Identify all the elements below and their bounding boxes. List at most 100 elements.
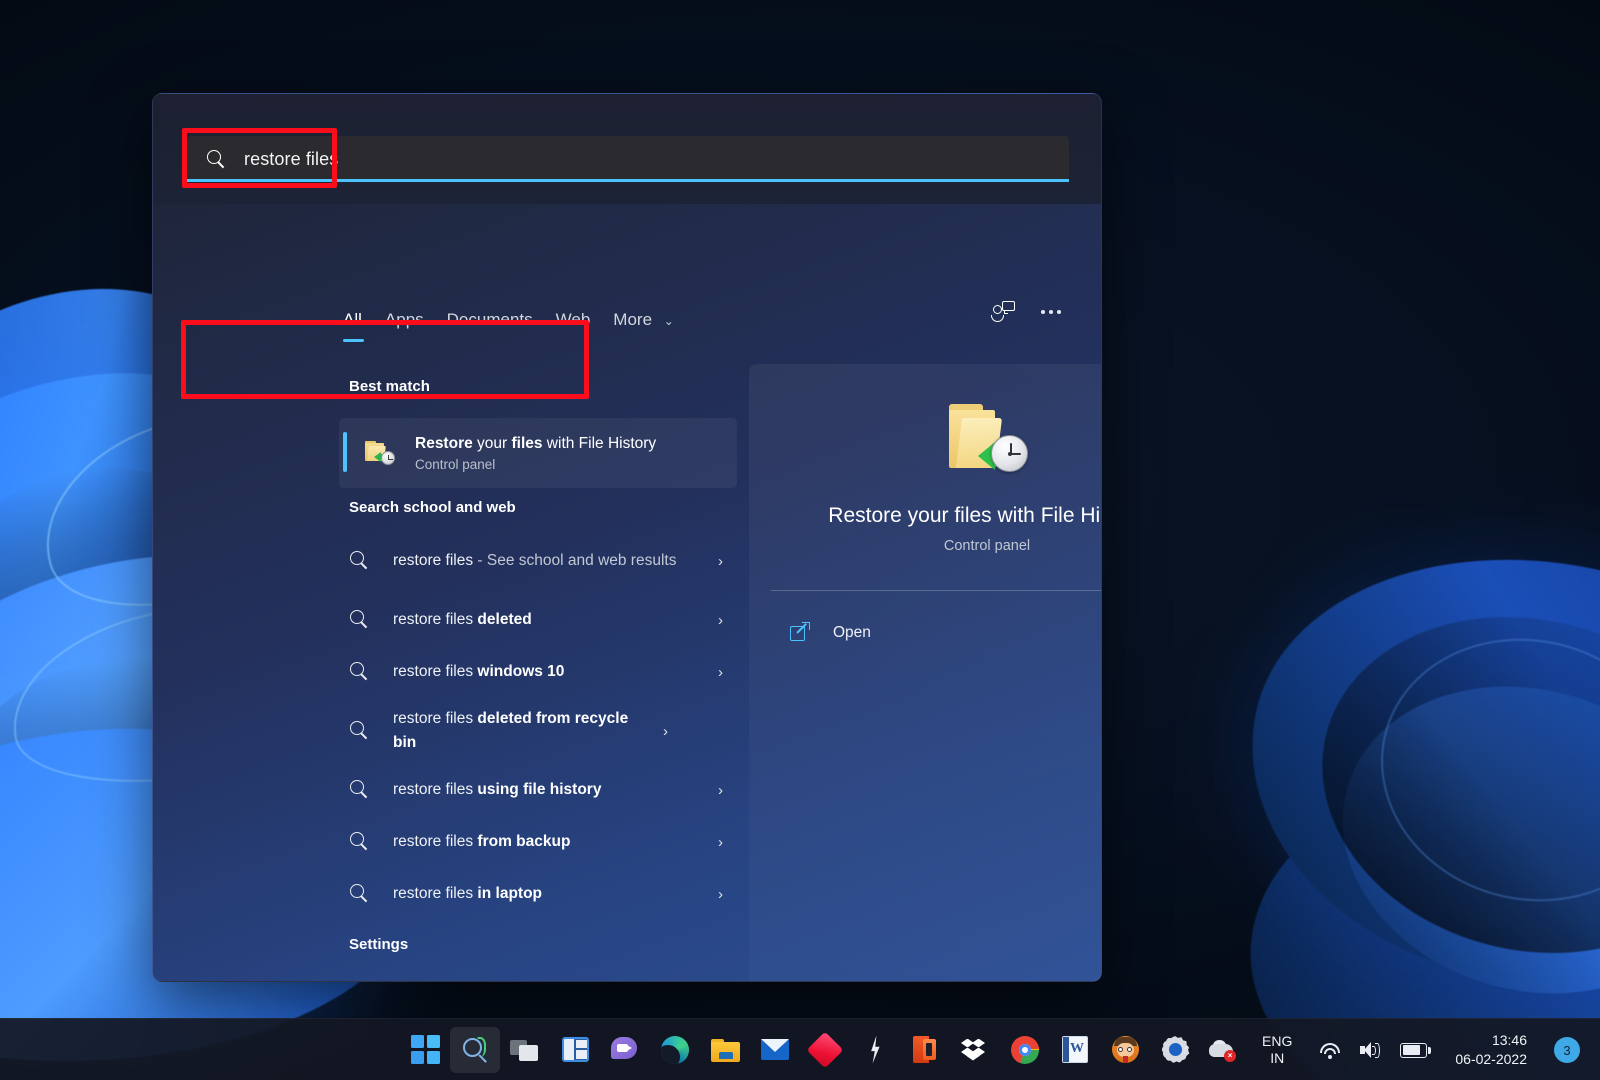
tray-clock-button[interactable]: 13:46 06-02-2022: [1436, 1027, 1546, 1073]
clock-date: 06-02-2022: [1455, 1051, 1527, 1067]
chevron-right-icon: ›: [663, 722, 668, 740]
chevron-down-icon: ⌄: [663, 314, 674, 328]
search-icon: [349, 720, 371, 742]
filter-tabs: All Apps Documents Web More ⌄: [343, 306, 697, 344]
file-explorer-icon: [710, 1038, 740, 1062]
section-header-settings: Settings: [349, 936, 409, 953]
search-input[interactable]: restore files: [187, 136, 1069, 182]
best-match-result[interactable]: Restore your files with File History Con…: [339, 418, 737, 488]
clock-time: 13:46: [1491, 1032, 1527, 1048]
taskbar-search-button[interactable]: [450, 1026, 500, 1073]
taskbar-start-button[interactable]: [400, 1027, 450, 1073]
tab-documents[interactable]: Documents: [447, 306, 556, 344]
tray-onedrive-button[interactable]: ×: [1200, 1027, 1244, 1073]
taskbar-chat-button[interactable]: [600, 1027, 650, 1073]
chrome-icon: [1011, 1035, 1039, 1064]
search-icon: [349, 779, 371, 801]
suggestion-label: restore files windows 10: [393, 663, 565, 680]
ellipsis-icon[interactable]: [1041, 300, 1061, 324]
file-history-folder-icon: [941, 402, 1033, 484]
tab-active-indicator: [343, 339, 364, 342]
preview-pane: Restore your files with File History Con…: [749, 364, 1101, 981]
tab-all[interactable]: All: [343, 306, 385, 344]
taskbar-avatar-app-button[interactable]: [1100, 1027, 1150, 1073]
suggestion-label: restore files from backup: [393, 833, 571, 850]
wifi-icon: [1319, 1041, 1341, 1059]
notification-badge: 3: [1554, 1037, 1580, 1063]
tab-web[interactable]: Web: [556, 306, 614, 344]
file-history-folder-icon: [363, 437, 397, 469]
suggestion-label: restore files using file history: [393, 781, 602, 798]
search-icon: [349, 831, 371, 853]
chevron-right-icon: ›: [718, 611, 723, 629]
start-icon: [410, 1035, 440, 1064]
chevron-right-icon: ›: [718, 781, 723, 799]
taskbar-diamond-app-button[interactable]: [800, 1027, 850, 1073]
tab-more[interactable]: More ⌄: [613, 306, 697, 344]
open-button[interactable]: Open: [771, 612, 1101, 654]
taskbar-office-button[interactable]: [900, 1027, 950, 1073]
chevron-right-icon: ›: [718, 833, 723, 851]
selection-indicator: [343, 432, 347, 472]
list-item[interactable]: restore files - See school and web resul…: [153, 528, 749, 594]
list-item[interactable]: restore files deleted from recycle bin ›: [153, 698, 749, 764]
taskbar-mail-button[interactable]: [750, 1027, 800, 1073]
best-match-subtitle: Control panel: [415, 457, 496, 472]
list-item[interactable]: Ransomware protection ›: [153, 965, 749, 981]
suggestion-label: restore files in laptop: [393, 885, 543, 902]
shield-icon: [349, 980, 371, 981]
section-header-best-match: Best match: [349, 378, 430, 395]
taskbar-task-view-button[interactable]: [500, 1027, 550, 1073]
tray-battery-button[interactable]: [1391, 1027, 1436, 1073]
list-item[interactable]: restore files from backup ›: [153, 816, 749, 868]
preview-subtitle: Control panel: [943, 538, 1031, 554]
office-icon: [913, 1036, 937, 1063]
tray-language-button[interactable]: ENG IN: [1244, 1027, 1310, 1073]
search-input-value: restore files: [244, 148, 339, 169]
settings-item-label: Ransomware protection: [393, 979, 718, 981]
tray-volume-button[interactable]: [1350, 1027, 1391, 1073]
taskbar-chrome-button[interactable]: [1000, 1027, 1050, 1073]
list-item[interactable]: restore files using file history ›: [153, 764, 749, 816]
word-icon: W: [1062, 1036, 1088, 1063]
taskbar-icons: W: [400, 1026, 1200, 1073]
tray-notifications-button[interactable]: 3: [1546, 1027, 1586, 1073]
suggestion-label: restore files deleted: [393, 611, 532, 628]
mail-icon: [761, 1039, 789, 1060]
taskbar-file-explorer-button[interactable]: [700, 1027, 750, 1073]
volume-icon: [1359, 1041, 1382, 1060]
chevron-right-icon: ›: [718, 552, 723, 570]
windows-search-panel: restore files All Apps Documents Web Mor…: [152, 93, 1102, 982]
search-icon: [349, 883, 371, 905]
taskbar-edge-button[interactable]: [650, 1027, 700, 1073]
tray-network-button[interactable]: [1310, 1027, 1350, 1073]
chevron-right-icon: ›: [718, 663, 723, 681]
task-view-icon: [510, 1035, 540, 1065]
battery-icon: [1400, 1042, 1431, 1058]
results-column: Best match Restore your files with File …: [153, 356, 749, 981]
preview-title: Restore your files with File History: [828, 504, 1101, 527]
open-label: Open: [833, 624, 871, 641]
best-match-title: Restore your files with File History: [415, 435, 657, 452]
diamond-app-icon: [806, 1031, 844, 1068]
widgets-icon: [561, 1037, 589, 1062]
feedback-person-icon[interactable]: [991, 300, 1017, 324]
search-icon: [461, 1036, 489, 1064]
taskbar-widgets-button[interactable]: [550, 1027, 600, 1073]
tray-overflow-button[interactable]: ∧: [1173, 1027, 1201, 1073]
search-icon: [349, 550, 371, 572]
list-item[interactable]: restore files windows 10 ›: [153, 646, 749, 698]
list-item[interactable]: restore files in laptop ›: [153, 868, 749, 920]
chat-icon: [611, 1036, 639, 1063]
chevron-right-icon: ›: [718, 885, 723, 903]
tab-apps[interactable]: Apps: [385, 306, 447, 344]
language-indicator: ENG IN: [1262, 1033, 1293, 1066]
taskbar-dropbox-button[interactable]: [950, 1027, 1000, 1073]
list-item[interactable]: restore files deleted ›: [153, 594, 749, 646]
system-tray: ∧ × ENG IN 13:46 06-02-2022 3: [1173, 1019, 1600, 1080]
search-icon: [349, 609, 371, 631]
search-icon: [349, 661, 371, 683]
taskbar-word-button[interactable]: W: [1050, 1027, 1100, 1073]
taskbar: W ∧ × ENG IN 13:46 06-02-2022 3: [0, 1018, 1600, 1080]
taskbar-bolt-app-button[interactable]: [850, 1027, 900, 1073]
